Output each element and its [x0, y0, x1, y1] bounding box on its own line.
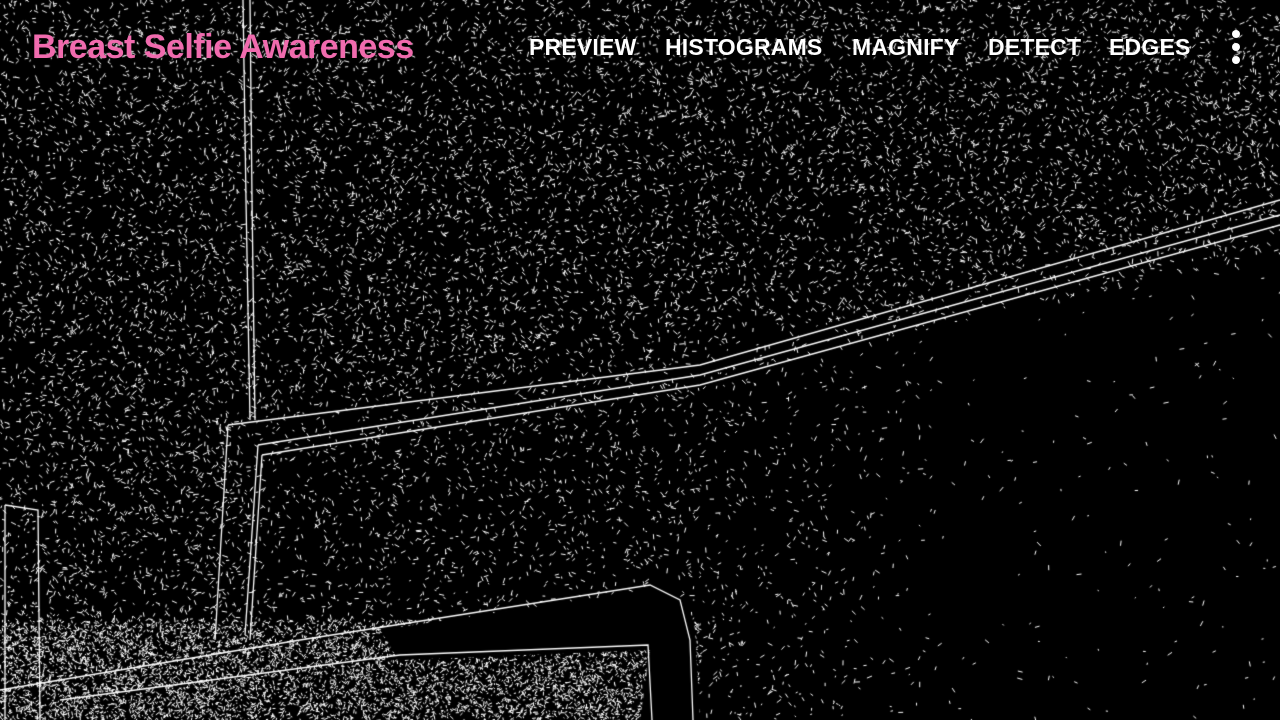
menu-item-magnify[interactable]: MAGNIFY [852, 34, 959, 61]
action-bar: Breast Selfie Awareness PREVIEW HISTOGRA… [0, 0, 1280, 100]
menu-item-histograms[interactable]: HISTOGRAMS [665, 34, 822, 61]
edge-detection-preview [0, 0, 1280, 720]
menu-item-detect[interactable]: DETECT [988, 34, 1081, 61]
overflow-dot [1232, 30, 1240, 38]
camera-screen: Breast Selfie Awareness PREVIEW HISTOGRA… [0, 0, 1280, 720]
more-vert-icon[interactable] [1222, 24, 1252, 72]
menu-item-preview[interactable]: PREVIEW [529, 34, 636, 61]
overflow-dot [1232, 43, 1240, 51]
menu-item-edges[interactable]: EDGES [1109, 34, 1191, 61]
app-title: Breast Selfie Awareness [32, 28, 414, 66]
overflow-dot [1232, 56, 1240, 64]
